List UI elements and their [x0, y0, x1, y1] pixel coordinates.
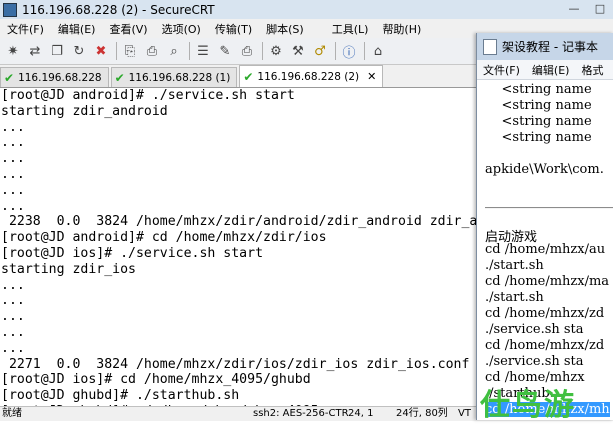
connect-tab-icon[interactable]: ❐ — [47, 41, 67, 61]
np-menu-format[interactable]: 格式 — [575, 62, 609, 78]
log-icon[interactable]: ✎ — [215, 41, 235, 61]
menu-options[interactable]: 选项(O) — [155, 21, 208, 37]
connect-icon[interactable]: ✷ — [3, 41, 23, 61]
terminal-line: ... — [1, 135, 25, 151]
notepad-line: ./service.sh sta — [485, 322, 584, 337]
notepad-line: ./start.sh — [485, 258, 544, 273]
toolbar-separator — [335, 42, 336, 60]
np-menu-edit[interactable]: 编辑(E) — [526, 62, 576, 78]
terminal-line: [root@JD ios]# ./service.sh start — [1, 245, 264, 261]
crt-window-controls: — □ — [561, 0, 613, 17]
notepad-line: <string name — [485, 130, 592, 145]
find-icon[interactable]: ⌕ — [164, 41, 184, 61]
crt-title-bar: 116.196.68.228 (2) - SecureCRT — □ — [0, 0, 613, 19]
notepad-line: ____________________ — [485, 194, 613, 209]
toolbar-separator — [189, 42, 190, 60]
notepad-menu-bar: 文件(F) 编辑(E) 格式 — [477, 60, 613, 80]
tab-session-1[interactable]: ✔ 116.196.68.228 — [0, 67, 109, 87]
tab-session-3[interactable]: ✔ 116.196.68.228 (2) ✕ — [239, 65, 384, 87]
terminal-line: [root@JD ghubd]# ./starthub.sh — [1, 388, 240, 404]
notepad-text-area[interactable]: <string name <string name <string name <… — [477, 80, 613, 420]
notepad-line: <string name — [485, 82, 592, 97]
np-menu-file[interactable]: 文件(F) — [477, 62, 526, 78]
terminal-line: [root@JD android]# ./service.sh start — [1, 88, 295, 103]
notepad-title-bar: 架设教程 - 记事本 — [477, 33, 613, 60]
toolbar-separator — [364, 42, 365, 60]
session-options-icon[interactable]: ⚙ — [266, 41, 286, 61]
terminal-line: ... — [1, 293, 25, 309]
watermark-logo: 仕鸟游 — [480, 388, 576, 423]
menu-file[interactable]: 文件(F) — [0, 21, 51, 37]
connected-check-icon: ✔ — [243, 69, 254, 84]
terminal-line: ... — [1, 324, 25, 340]
menu-view[interactable]: 查看(V) — [102, 21, 154, 37]
help-icon[interactable]: ⓘ — [339, 41, 359, 61]
notepad-line: <string name — [485, 114, 592, 129]
terminal-line: starting zdir_ios — [1, 261, 136, 277]
tab-label: 116.196.68.228 (2) — [257, 70, 360, 83]
terminal-line: ... — [1, 277, 25, 293]
paste-icon[interactable]: ⎙ — [142, 41, 162, 61]
menu-help[interactable]: 帮助(H) — [375, 21, 428, 37]
notepad-line: cd /home/mhzx/au — [485, 242, 606, 257]
notepad-line: cd /home/mhzx/zd — [485, 306, 605, 321]
print-icon[interactable]: ⎙ — [237, 41, 257, 61]
status-terminal: VT — [458, 408, 471, 419]
terminal-line: starting zdir_android — [1, 103, 168, 119]
terminal-text: [root@JD android]# ./service.sh start sta… — [0, 88, 476, 406]
copy-icon[interactable]: ⎘ — [120, 41, 140, 61]
menu-script[interactable]: 脚本(S) — [259, 21, 311, 37]
terminal-line: 2271 0.0 3824 /home/mhzx/zdir/ios/zdir_i… — [1, 356, 470, 372]
notepad-line: <string name — [485, 98, 592, 113]
connected-check-icon: ✔ — [4, 70, 15, 85]
terminal-line: [root@JD android]# cd /home/mhzx/zdir/io… — [1, 230, 327, 246]
crt-window-title: 116.196.68.228 (2) - SecureCRT — [22, 2, 215, 17]
notepad-line: cd /home/mhzx/zd — [485, 338, 605, 353]
toolbar-separator — [116, 42, 117, 60]
terminal-line: ... — [1, 182, 25, 198]
disconnect-icon[interactable]: ✖ — [91, 41, 111, 61]
print-setup-icon[interactable]: ☰ — [193, 41, 213, 61]
quick-connect-icon[interactable]: ⇄ — [25, 41, 45, 61]
tab-label: 116.196.68.228 (1) — [128, 71, 231, 84]
reconnect-icon[interactable]: ↻ — [69, 41, 89, 61]
minimize-icon[interactable]: — — [561, 0, 587, 17]
menu-edit[interactable]: 编辑(E) — [51, 21, 103, 37]
terminal-line: [root@JD ios]# cd /home/mhzx_4095/ghubd — [1, 372, 311, 388]
global-options-icon[interactable]: ⚒ — [288, 41, 308, 61]
terminal-line: 2238 0.0 3824 /home/mhzx/zdir/android/zd… — [1, 214, 476, 230]
key-icon[interactable]: ♂ — [310, 41, 330, 61]
notepad-line: ./start.sh — [485, 290, 544, 305]
securecrt-app-icon — [3, 2, 17, 17]
tab-close-icon[interactable]: ✕ — [367, 70, 376, 83]
menu-tools[interactable]: 工具(L) — [325, 21, 376, 37]
status-ready: 就绪 — [2, 408, 22, 419]
tab-label: 116.196.68.228 — [18, 71, 102, 84]
terminal-output[interactable]: [root@JD android]# ./service.sh start sta… — [0, 88, 476, 406]
terminal-line: ... — [1, 198, 25, 214]
notepad-app-icon — [483, 38, 497, 55]
status-position: 24, 1 — [348, 408, 374, 419]
status-ssh: ssh2: AES-256-CTR — [253, 408, 349, 419]
connected-check-icon: ✔ — [114, 70, 125, 85]
sftp-icon[interactable]: ⌂ — [368, 41, 388, 61]
tab-session-2[interactable]: ✔ 116.196.68.228 (1) — [110, 67, 238, 87]
terminal-line: ... — [1, 309, 25, 325]
notepad-window: 架设教程 - 记事本 文件(F) 编辑(E) 格式 <string name <… — [476, 33, 613, 420]
notepad-title: 架设教程 - 记事本 — [502, 40, 598, 54]
menu-transfer[interactable]: 传输(T) — [208, 21, 259, 37]
terminal-line: ... — [1, 166, 25, 182]
toolbar-separator — [262, 42, 263, 60]
terminal-line: ... — [1, 119, 25, 135]
notepad-line: cd /home/mhzx/ma — [485, 274, 610, 289]
notepad-line: apkide\Work\com. — [485, 162, 604, 177]
maximize-icon[interactable]: □ — [587, 0, 613, 17]
notepad-line: ./service.sh sta — [485, 354, 584, 369]
terminal-line: ... — [1, 340, 25, 356]
status-size: 24行, 80列 — [396, 408, 448, 419]
terminal-line: ... — [1, 151, 25, 167]
